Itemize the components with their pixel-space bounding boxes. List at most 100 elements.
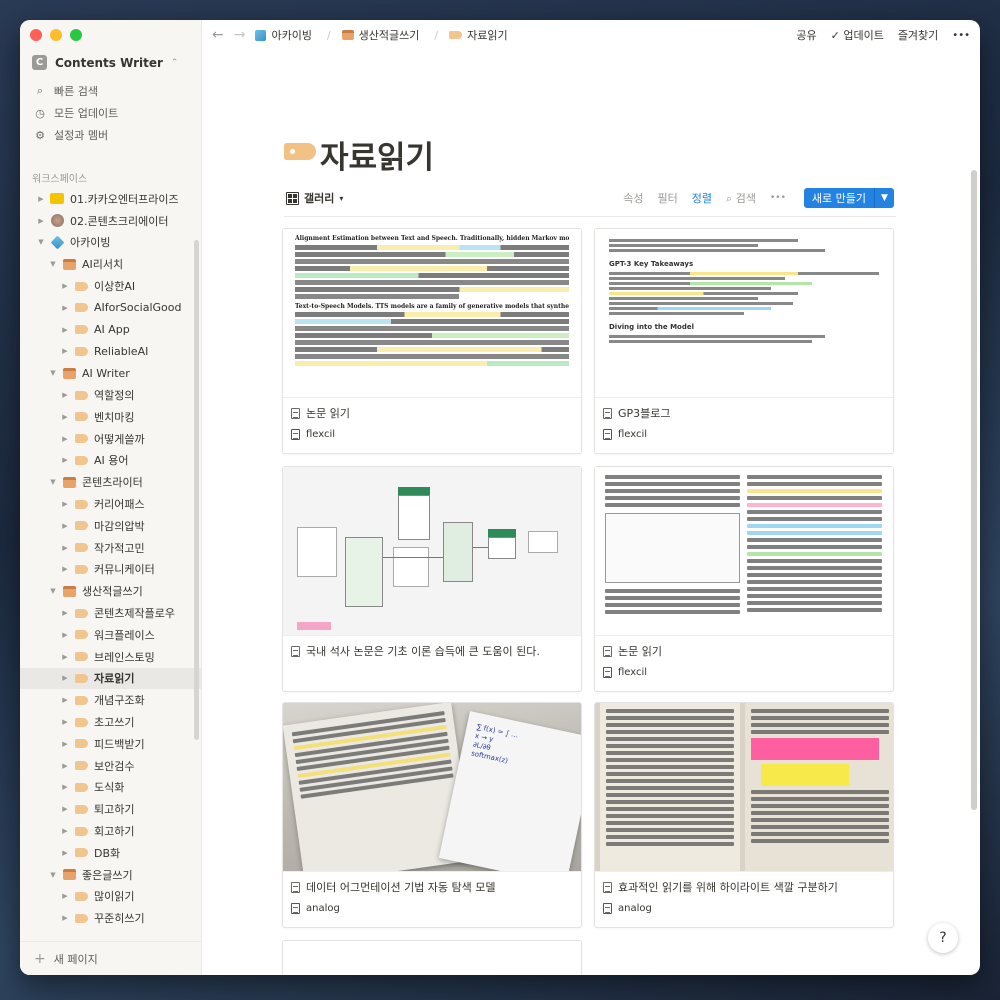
caret-right-icon[interactable]: ▶ (36, 217, 46, 225)
sidebar-scrollbar[interactable] (194, 240, 199, 740)
caret-right-icon[interactable]: ▶ (60, 718, 70, 726)
sidebar-item[interactable]: ▶ 01.카카오엔터프라이즈 (20, 188, 201, 210)
all-updates-item[interactable]: ◷ 모든 업데이트 (20, 102, 201, 124)
settings-item[interactable]: ⚙ 설정과 멤버 (20, 124, 201, 146)
caret-down-icon[interactable]: ▼ (48, 478, 58, 486)
caret-right-icon[interactable]: ▶ (60, 326, 70, 334)
back-arrow-icon[interactable]: ← (212, 27, 224, 43)
breadcrumb-item[interactable]: 생산적글쓰기 (359, 27, 420, 43)
caret-right-icon[interactable]: ▶ (60, 413, 70, 421)
sort-button[interactable]: 정렬 (692, 190, 712, 206)
sidebar-item[interactable]: ▼ 생산적글쓰기 (20, 580, 201, 602)
gallery-card[interactable]: 효과적인 읽기를 위해 하이라이트 색깔 구분하기 analog (594, 702, 894, 928)
help-button[interactable]: ? (928, 923, 958, 953)
gallery-card[interactable]: 논문 읽기 flexcil (594, 466, 894, 692)
sidebar-item[interactable]: ▶ 역할정의 (20, 384, 201, 406)
caret-right-icon[interactable]: ▶ (60, 544, 70, 552)
sidebar-item[interactable]: ▶ AI 용어 (20, 450, 201, 472)
caret-right-icon[interactable]: ▶ (60, 347, 70, 355)
caret-down-icon[interactable]: ▼ (48, 260, 58, 268)
sidebar-item[interactable]: ▶ 워크플레이스 (20, 624, 201, 646)
properties-button[interactable]: 속성 (623, 190, 643, 206)
close-window-button[interactable] (30, 29, 42, 41)
sidebar-item[interactable]: ▶ 피드백받기 (20, 733, 201, 755)
breadcrumb-item[interactable]: 아카이빙 (271, 27, 311, 43)
sidebar-item[interactable]: ▶ 마감의압박 (20, 515, 201, 537)
workspace-switcher[interactable]: C Contents Writer ⌃ (32, 55, 178, 70)
caret-right-icon[interactable]: ▶ (60, 631, 70, 639)
sidebar-item[interactable]: ▶ 브레인스토밍 (20, 646, 201, 668)
caret-right-icon[interactable]: ▶ (60, 892, 70, 900)
caret-right-icon[interactable]: ▶ (60, 849, 70, 857)
caret-right-icon[interactable]: ▶ (60, 609, 70, 617)
sidebar-item[interactable]: ▶ AI App (20, 319, 201, 341)
sidebar-item[interactable]: ▶ 도식화 (20, 777, 201, 799)
filter-button[interactable]: 필터 (658, 190, 678, 206)
caret-right-icon[interactable]: ▶ (60, 914, 70, 922)
view-more-button[interactable]: ••• (770, 193, 786, 203)
forward-arrow-icon[interactable]: → (234, 27, 246, 43)
sidebar-item[interactable]: ▶ 커뮤니케이터 (20, 559, 201, 581)
sidebar-item[interactable]: ▶ ReliableAI (20, 341, 201, 363)
sidebar-item[interactable]: ▶ 꾸준히쓰기 (20, 907, 201, 929)
search-button[interactable]: ⌕ 검색 (726, 190, 756, 206)
caret-right-icon[interactable]: ▶ (60, 653, 70, 661)
new-dropdown-button[interactable]: ▼ (874, 188, 894, 208)
sidebar-item[interactable]: ▼ 콘텐츠라이터 (20, 471, 201, 493)
sidebar-item[interactable]: ▶ 어떻게쓸까 (20, 428, 201, 450)
caret-down-icon[interactable]: ▼ (48, 871, 58, 879)
tag-icon[interactable] (284, 143, 316, 160)
sidebar-item[interactable]: ▶ 개념구조화 (20, 689, 201, 711)
caret-right-icon[interactable]: ▶ (60, 762, 70, 770)
minimize-window-button[interactable] (50, 29, 62, 41)
gallery-card[interactable]: GPT-3 Key Takeaways Diving into the Mode… (594, 228, 894, 454)
caret-right-icon[interactable]: ▶ (60, 304, 70, 312)
sidebar-item[interactable]: ▶ 자료읽기 (20, 667, 201, 690)
caret-right-icon[interactable]: ▶ (60, 456, 70, 464)
sidebar-item[interactable]: ▶ 커리어패스 (20, 493, 201, 515)
sidebar-item[interactable]: ▶ AIforSocialGood (20, 297, 201, 319)
gallery-card[interactable]: Alignment Estimation between Text and Sp… (282, 228, 582, 454)
sidebar-item[interactable]: ▶ 작가적고민 (20, 537, 201, 559)
caret-right-icon[interactable]: ▶ (60, 740, 70, 748)
sidebar-item[interactable]: ▶ 벤치마킹 (20, 406, 201, 428)
quick-search-item[interactable]: ⌕ 빠른 검색 (20, 80, 201, 102)
maximize-window-button[interactable] (70, 29, 82, 41)
sidebar-item[interactable]: ▶ 퇴고하기 (20, 798, 201, 820)
caret-down-icon[interactable]: ▼ (48, 369, 58, 377)
caret-right-icon[interactable]: ▶ (36, 195, 46, 203)
main-scrollbar[interactable] (971, 170, 977, 810)
caret-right-icon[interactable]: ▶ (60, 522, 70, 530)
sidebar-item[interactable]: ▶ 보안검수 (20, 755, 201, 777)
sidebar-item[interactable]: ▶ 이상한AI (20, 275, 201, 297)
caret-down-icon[interactable]: ▼ (48, 587, 58, 595)
caret-right-icon[interactable]: ▶ (60, 391, 70, 399)
share-button[interactable]: 공유 (796, 27, 816, 43)
caret-right-icon[interactable]: ▶ (60, 565, 70, 573)
sidebar-item[interactable]: ▶ 초고쓰기 (20, 711, 201, 733)
caret-right-icon[interactable]: ▶ (60, 783, 70, 791)
new-button[interactable]: 새로 만들기 (803, 188, 874, 208)
sidebar-item[interactable]: ▶ 02.콘텐츠크리에이터 (20, 210, 201, 232)
sidebar-item[interactable]: ▶ 콘텐츠제작플로우 (20, 602, 201, 624)
gallery-card[interactable]: 국내 석사 논문은 기초 이론 습득에 큰 도움이 된다. (282, 466, 582, 692)
caret-right-icon[interactable]: ▶ (60, 805, 70, 813)
sidebar-item[interactable]: ▼ AI리서치 (20, 253, 201, 275)
more-button[interactable]: ••• (952, 30, 970, 41)
page-title[interactable]: 자료읽기 (320, 132, 434, 177)
caret-right-icon[interactable]: ▶ (60, 435, 70, 443)
caret-right-icon[interactable]: ▶ (60, 500, 70, 508)
gallery-card[interactable] (282, 940, 582, 975)
new-page-button[interactable]: + 새 페이지 (20, 941, 201, 975)
updates-button[interactable]: ✓ 업데이트 (831, 27, 884, 43)
caret-right-icon[interactable]: ▶ (60, 674, 70, 682)
sidebar-item[interactable]: ▼ 좋은글쓰기 (20, 864, 201, 886)
breadcrumb-item[interactable]: 자료읽기 (467, 27, 507, 43)
caret-right-icon[interactable]: ▶ (60, 827, 70, 835)
sidebar-item[interactable]: ▶ 회고하기 (20, 820, 201, 842)
gallery-card[interactable]: ∑ f(x) = ∫ ... x → y ∂L/∂θ softmax(z) 데이터 어… (282, 702, 582, 928)
caret-right-icon[interactable]: ▶ (60, 282, 70, 290)
sidebar-item[interactable]: ▼ 아카이빙 (20, 232, 201, 254)
favorites-button[interactable]: 즐겨찾기 (898, 27, 938, 43)
sidebar-item[interactable]: ▼ AI Writer (20, 362, 201, 384)
